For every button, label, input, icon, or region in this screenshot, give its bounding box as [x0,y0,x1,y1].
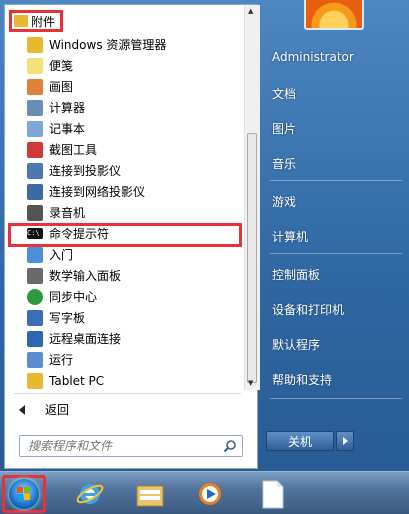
program-item[interactable]: 记事本 [27,118,241,139]
program-label: 同步中心 [49,290,98,304]
folder-icon [14,15,28,27]
program-label: Tablet PC [49,373,105,388]
accessories-folder[interactable]: 附件 [9,10,63,32]
program-label: 计算器 [49,101,86,115]
folder-icon [27,372,43,389]
program-item[interactable]: Tablet PC [27,370,241,390]
right-pane-item[interactable]: 计算机 [272,228,308,245]
microphone-icon [27,204,43,221]
program-label: 录音机 [49,206,86,220]
start-menu: 附件 Windows 资源管理器 便笺画图计算器记事本截图工具连接到投影仪连接到网… [0,0,409,471]
media-player-icon[interactable] [194,478,226,510]
scroll-down-icon[interactable]: ▼ [248,379,253,387]
back-arrow-icon [19,404,25,415]
program-label: 连接到网络投影仪 [49,185,146,199]
shutdown-label: 关机 [287,434,312,449]
program-item[interactable]: 便笺 [27,55,241,76]
right-pane-item[interactable]: 图片 [272,120,296,137]
program-item[interactable]: 写字板 [27,307,241,328]
back-label: 返回 [45,403,70,417]
program-label: Windows 资源管理器 [49,38,167,52]
notepad-icon [27,120,43,137]
right-pane-item[interactable]: 控制面板 [272,266,320,283]
program-label: 写字板 [49,311,86,325]
program-item[interactable]: 画图 [27,76,241,97]
search-icon[interactable] [223,439,237,453]
shutdown-options-button[interactable] [336,431,354,451]
divider [13,393,241,394]
program-list: 附件 Windows 资源管理器 便笺画图计算器记事本截图工具连接到投影仪连接到网… [5,5,243,390]
calculator-icon [27,99,43,116]
sticky-notes-icon [27,57,43,74]
program-label: 连接到投影仪 [49,164,122,178]
program-label: 命令提示符 [49,227,110,241]
program-item[interactable]: 录音机 [27,202,241,223]
run-icon [27,351,43,368]
scroll-up-icon[interactable]: ▲ [248,7,253,15]
internet-explorer-icon[interactable] [74,478,106,510]
program-item[interactable]: Windows 资源管理器 [27,34,241,55]
program-label: 运行 [49,353,74,367]
right-pane-item[interactable]: 游戏 [272,193,296,210]
programs-pane: 附件 Windows 资源管理器 便笺画图计算器记事本截图工具连接到投影仪连接到网… [4,4,260,469]
program-item[interactable]: 截图工具 [27,139,241,160]
cmd-icon: C:\ [27,228,43,239]
folder-label: 附件 [31,14,56,29]
program-item[interactable]: 远程桌面连接 [27,328,241,349]
right-pane: Administrator 文档图片音乐游戏计算机控制面板设备和打印机 默认程序帮助… [262,0,409,471]
right-pane-item[interactable]: 音乐 [272,155,296,172]
file-explorer-icon[interactable] [134,478,166,510]
document-icon[interactable] [256,478,288,510]
shutdown-button[interactable]: 关机 [266,431,334,451]
paint-icon [27,78,43,95]
program-item[interactable]: 入门 [27,244,241,265]
remote-desktop-icon [27,330,43,347]
explorer-icon [27,36,43,53]
program-label: 画图 [49,80,74,94]
projector-icon [27,162,43,179]
math-input-icon [27,267,43,284]
right-pane-item[interactable]: 帮助和支持 [272,371,332,388]
search-box[interactable] [19,435,243,457]
divider [270,180,402,181]
network-projector-icon [27,183,43,200]
program-label: 入门 [49,248,74,262]
program-label: 记事本 [49,122,86,136]
right-pane-item[interactable]: 默认程序 [272,336,320,353]
right-pane-item[interactable]: 设备和打印机 [272,301,344,318]
program-label: 便笺 [49,59,74,73]
scroll-thumb[interactable] [247,133,257,383]
taskbar [0,471,409,514]
divider [270,398,402,399]
start-button[interactable] [2,475,46,513]
search-input[interactable] [26,438,220,454]
windows-logo-icon [9,479,39,509]
back-button[interactable]: 返回 [19,401,69,418]
program-item[interactable]: 连接到网络投影仪 [27,181,241,202]
wordpad-icon [27,309,43,326]
sync-center-icon [27,288,43,305]
program-item[interactable]: 数学输入面板 [27,265,241,286]
getting-started-icon [27,246,43,263]
snipping-tool-icon [27,141,43,158]
program-item[interactable]: 连接到投影仪 [27,160,241,181]
divider [270,253,402,254]
program-label: 数学输入面板 [49,269,122,283]
scrollbar[interactable]: ▲ ▼ [244,5,260,390]
user-avatar[interactable] [304,0,364,30]
program-label: 截图工具 [49,143,98,157]
program-item[interactable]: 同步中心 [27,286,241,307]
program-label: 远程桌面连接 [49,332,122,346]
program-item[interactable]: C:\ 命令提示符 [27,223,241,244]
user-name-link[interactable]: Administrator [272,50,354,64]
program-item[interactable]: 计算器 [27,97,241,118]
program-item[interactable]: 运行 [27,349,241,370]
right-pane-item[interactable]: 文档 [272,85,296,102]
